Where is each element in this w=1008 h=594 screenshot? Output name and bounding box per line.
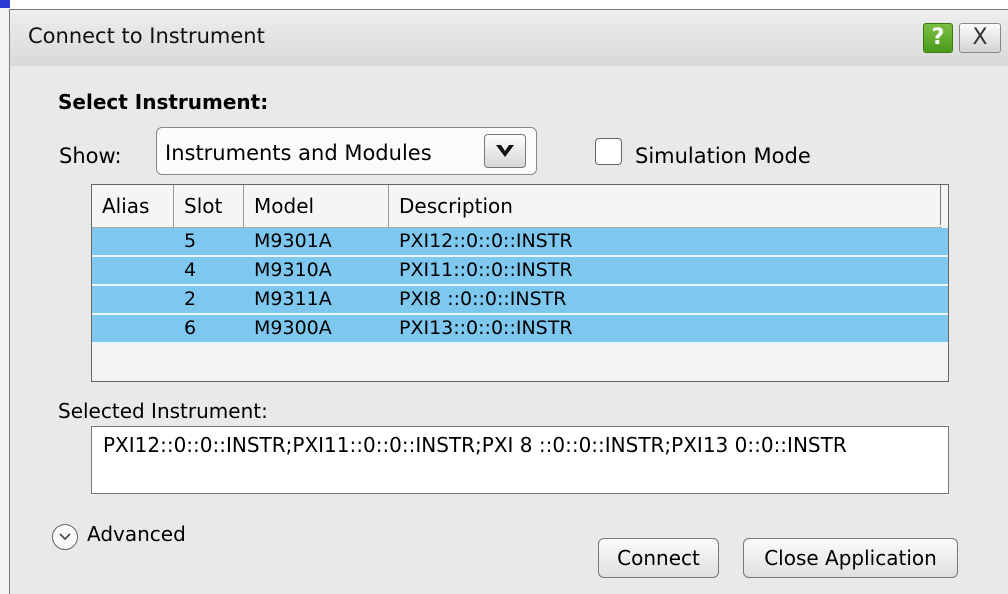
table-header: Alias Slot Model Description (92, 185, 948, 228)
dropdown-arrow-button[interactable] (484, 134, 526, 168)
close-application-button[interactable]: Close Application (743, 538, 958, 578)
help-button[interactable]: ? (923, 23, 953, 53)
help-icon: ? (931, 25, 945, 50)
show-dropdown-value: Instruments and Modules (165, 141, 432, 165)
close-button[interactable]: X (959, 23, 1001, 53)
cell-description: PXI12::0::0::INSTR (399, 230, 573, 252)
simulation-mode-label: Simulation Mode (635, 144, 811, 168)
cell-model: M9311A (254, 288, 332, 310)
connect-dialog: Connect to Instrument ? X Select Instrum… (9, 9, 1008, 594)
simulation-mode-checkbox[interactable] (595, 138, 622, 165)
advanced-toggle-label[interactable]: Advanced (87, 522, 186, 546)
column-header-model[interactable]: Model (244, 185, 389, 227)
cell-description: PXI11::0::0::INSTR (399, 259, 573, 281)
select-instrument-heading: Select Instrument: (58, 90, 269, 114)
table-row[interactable]: 4 M9310A PXI11::0::0::INSTR (92, 257, 948, 286)
table-row[interactable]: 6 M9300A PXI13::0::0::INSTR (92, 315, 948, 344)
cell-slot: 5 (184, 230, 197, 252)
selected-instrument-field[interactable]: PXI12::0::0::INSTR;PXI11::0::0::INSTR;PX… (91, 426, 949, 494)
background-window-edge (0, 8, 9, 594)
column-header-alias[interactable]: Alias (92, 185, 174, 227)
column-header-slot[interactable]: Slot (174, 185, 244, 227)
chevron-down-icon (496, 145, 514, 157)
cell-model: M9310A (254, 259, 332, 281)
table-row[interactable]: 5 M9301A PXI12::0::0::INSTR (92, 228, 948, 257)
connect-button[interactable]: Connect (598, 538, 719, 578)
cell-slot: 6 (184, 317, 197, 339)
show-dropdown[interactable]: Instruments and Modules (156, 127, 537, 175)
close-icon: X (972, 25, 988, 50)
cell-model: M9300A (254, 317, 332, 339)
title-bar[interactable]: Connect to Instrument ? X (10, 10, 1008, 66)
column-header-description[interactable]: Description (389, 185, 940, 227)
cell-model: M9301A (254, 230, 332, 252)
window-edge-accent (0, 0, 10, 8)
window-title: Connect to Instrument (28, 24, 265, 48)
cell-slot: 2 (184, 288, 197, 310)
column-resize-handle[interactable] (940, 185, 948, 225)
show-label: Show: (59, 144, 122, 168)
instrument-table: Alias Slot Model Description 5 M9301A PX… (91, 184, 949, 382)
cell-description: PXI8 ::0::0::INSTR (399, 288, 567, 310)
table-row[interactable]: 2 M9311A PXI8 ::0::0::INSTR (92, 286, 948, 315)
chevron-circle-down-icon[interactable] (52, 524, 78, 550)
cell-description: PXI13::0::0::INSTR (399, 317, 573, 339)
selected-instrument-label: Selected Instrument: (58, 399, 268, 423)
cell-slot: 4 (184, 259, 197, 281)
